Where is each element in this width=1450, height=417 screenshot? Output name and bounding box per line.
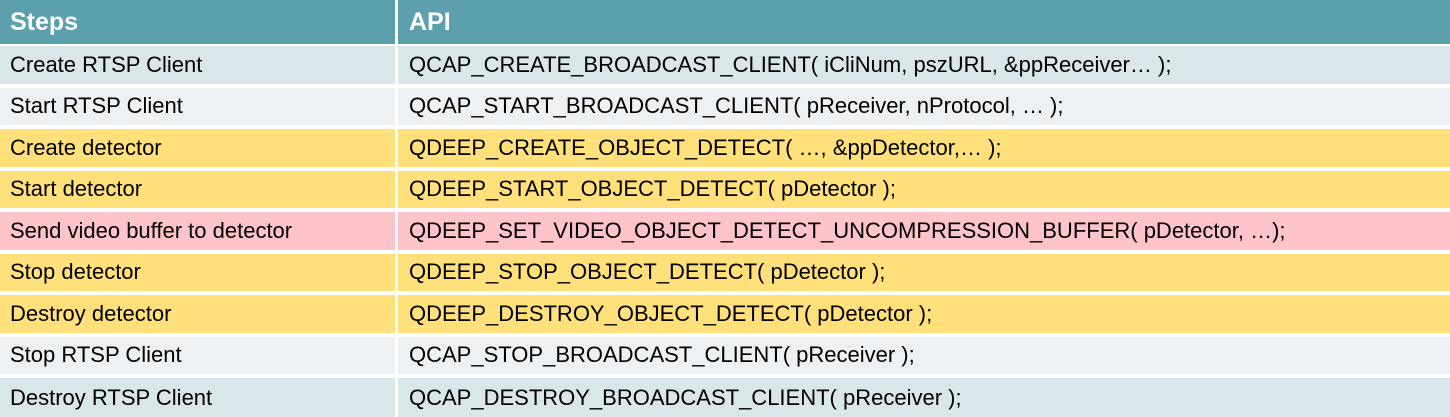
api-cell: QDEEP_CREATE_OBJECT_DETECT( …, &ppDetect… bbox=[395, 129, 1450, 167]
step-cell: Create detector bbox=[10, 134, 162, 160]
steps-api-table: Steps API Create RTSP Client QCAP_CREATE… bbox=[0, 0, 1450, 417]
step-cell: Start RTSP Client bbox=[10, 93, 183, 119]
api-cell: QCAP_CREATE_BROADCAST_CLIENT( iCliNum, p… bbox=[395, 46, 1450, 84]
api-cell: QDEEP_STOP_OBJECT_DETECT( pDetector ); bbox=[395, 253, 1450, 291]
header-api: API bbox=[395, 0, 1450, 44]
step-cell: Destroy detector bbox=[10, 300, 172, 326]
table-row: Destroy RTSP Client QCAP_DESTROY_BROADCA… bbox=[0, 376, 1450, 417]
step-cell: Destroy RTSP Client bbox=[10, 384, 213, 410]
api-cell: QCAP_DESTROY_BROADCAST_CLIENT( pReceiver… bbox=[395, 378, 1450, 417]
table-row: Destroy detector QDEEP_DESTROY_OBJECT_DE… bbox=[0, 293, 1450, 333]
step-cell: Create RTSP Client bbox=[10, 51, 203, 77]
table-row: Send video buffer to detector QDEEP_SET_… bbox=[0, 210, 1450, 250]
api-cell: QDEEP_SET_VIDEO_OBJECT_DETECT_UNCOMPRESS… bbox=[395, 212, 1450, 250]
step-cell: Send video buffer to detector bbox=[10, 217, 293, 243]
table-row: Create detector QDEEP_CREATE_OBJECT_DETE… bbox=[0, 127, 1450, 167]
header-steps: Steps bbox=[10, 7, 79, 36]
table-row: Start detector QDEEP_START_OBJECT_DETECT… bbox=[0, 168, 1450, 208]
table-row: Create RTSP Client QCAP_CREATE_BROADCAST… bbox=[0, 44, 1450, 84]
table-row: Start RTSP Client QCAP_START_BROADCAST_C… bbox=[0, 85, 1450, 125]
table-row: Stop RTSP Client QCAP_STOP_BROADCAST_CLI… bbox=[0, 334, 1450, 374]
step-cell: Start detector bbox=[10, 176, 143, 202]
api-cell: QCAP_STOP_BROADCAST_CLIENT( pReceiver ); bbox=[395, 336, 1450, 374]
step-cell: Stop RTSP Client bbox=[10, 342, 182, 368]
api-cell: QDEEP_DESTROY_OBJECT_DETECT( pDetector )… bbox=[395, 295, 1450, 333]
table-row: Stop detector QDEEP_STOP_OBJECT_DETECT( … bbox=[0, 251, 1450, 291]
table-header: Steps API bbox=[0, 0, 1450, 44]
step-cell: Stop detector bbox=[10, 259, 141, 285]
api-cell: QDEEP_START_OBJECT_DETECT( pDetector ); bbox=[395, 170, 1450, 208]
api-cell: QCAP_START_BROADCAST_CLIENT( pReceiver, … bbox=[395, 87, 1450, 125]
